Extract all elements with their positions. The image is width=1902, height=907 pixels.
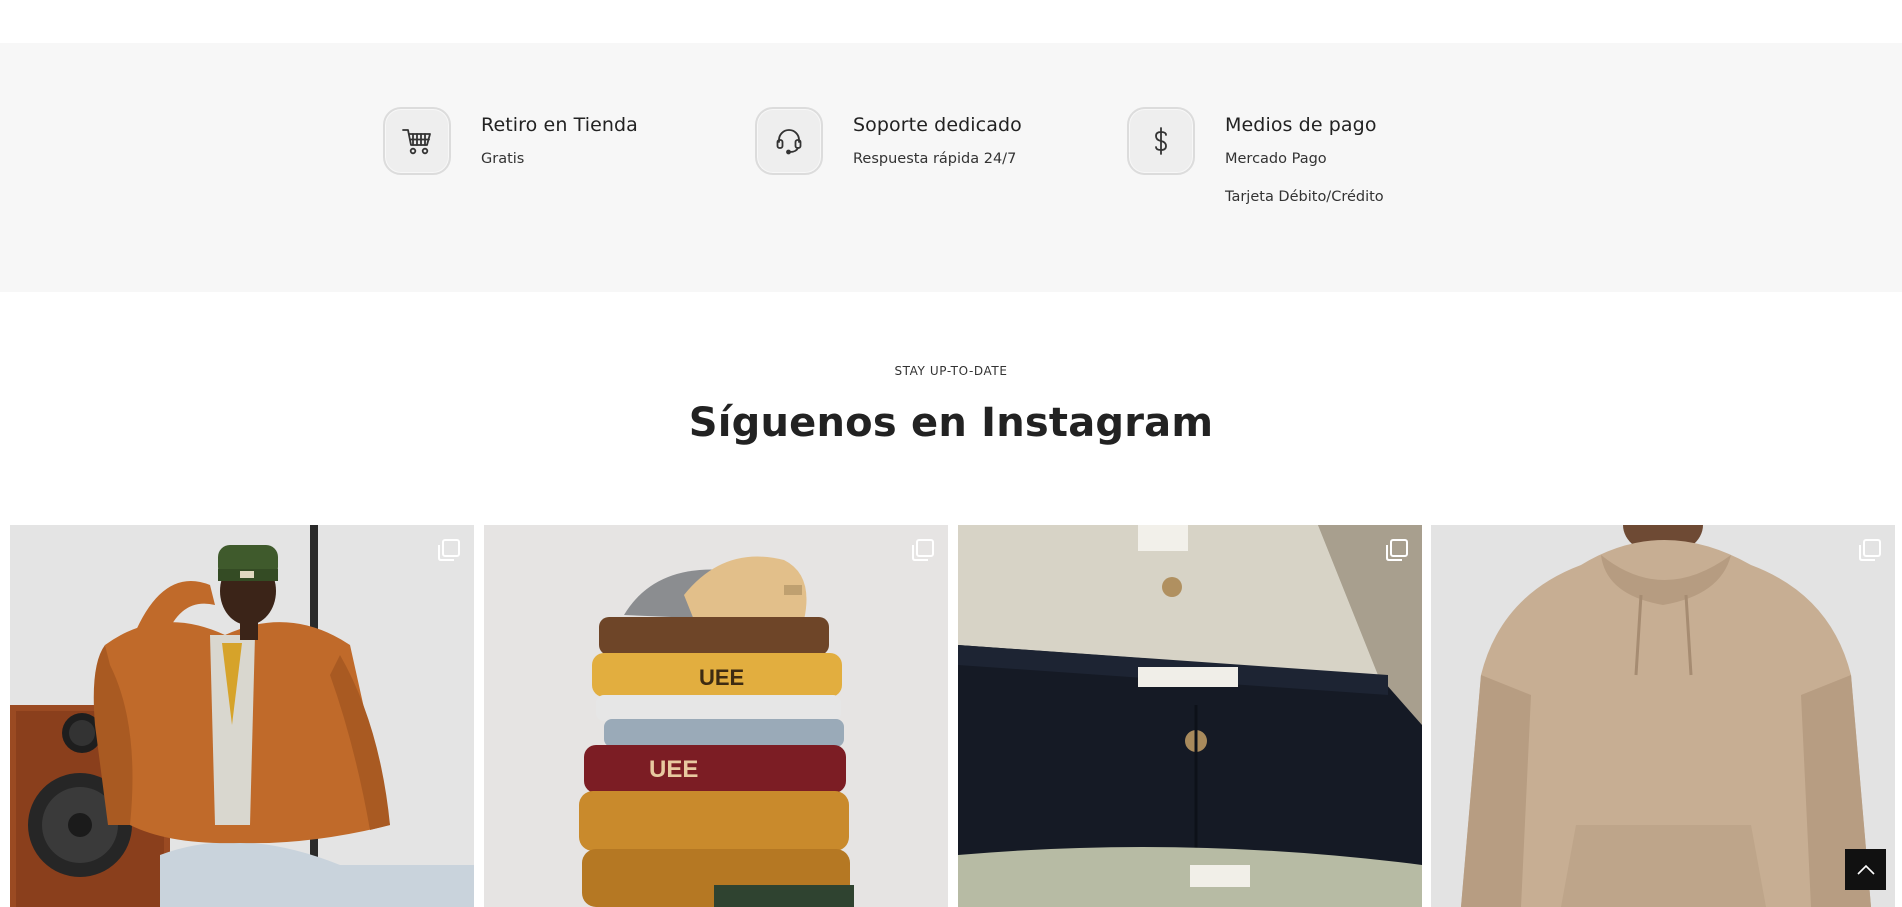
feature-support: Soporte dedicado Respuesta rápida 24/7 — [755, 107, 1022, 175]
post-image — [1431, 525, 1895, 907]
feature-line: Gratis — [481, 151, 525, 167]
feature-pickup: Retiro en Tienda Gratis — [383, 107, 638, 175]
svg-text:UEE: UEE — [699, 665, 744, 690]
feature-line: Respuesta rápida 24/7 — [853, 151, 1017, 167]
back-to-top-button[interactable] — [1845, 849, 1886, 890]
feature-payment: Medios de pago Mercado Pago Tarjeta Débi… — [1127, 107, 1384, 206]
feature-title: Retiro en Tienda — [481, 114, 638, 136]
feature-title: Medios de pago — [1225, 114, 1377, 136]
multiple-images-icon — [1859, 539, 1881, 561]
features-strip: Retiro en Tienda Gratis Soporte dedicado… — [0, 43, 1902, 292]
top-spacer — [0, 0, 1902, 43]
svg-text:UEE: UEE — [649, 756, 698, 783]
headset-icon — [755, 107, 823, 175]
section-title: Síguenos en Instagram — [688, 400, 1214, 446]
chevron-up-icon — [1856, 864, 1875, 875]
post-image — [10, 525, 474, 907]
feature-title: Soporte dedicado — [853, 114, 1022, 136]
feature-line: Mercado Pago — [1225, 151, 1327, 167]
multiple-images-icon — [438, 539, 460, 561]
instagram-post[interactable] — [958, 525, 1422, 907]
section-eyebrow: STAY UP-TO-DATE — [894, 364, 1008, 378]
instagram-post[interactable]: UEE UEE — [484, 525, 948, 907]
instagram-post[interactable] — [1431, 525, 1895, 907]
feature-line: Tarjeta Débito/Crédito — [1225, 189, 1384, 205]
post-image — [958, 525, 1422, 907]
shopping-cart-icon — [383, 107, 451, 175]
multiple-images-icon — [912, 539, 934, 561]
instagram-gallery: UEE UEE — [10, 525, 1895, 907]
post-image: UEE UEE — [484, 525, 948, 907]
dollar-icon — [1127, 107, 1195, 175]
multiple-images-icon — [1386, 539, 1408, 561]
instagram-post[interactable] — [10, 525, 474, 907]
